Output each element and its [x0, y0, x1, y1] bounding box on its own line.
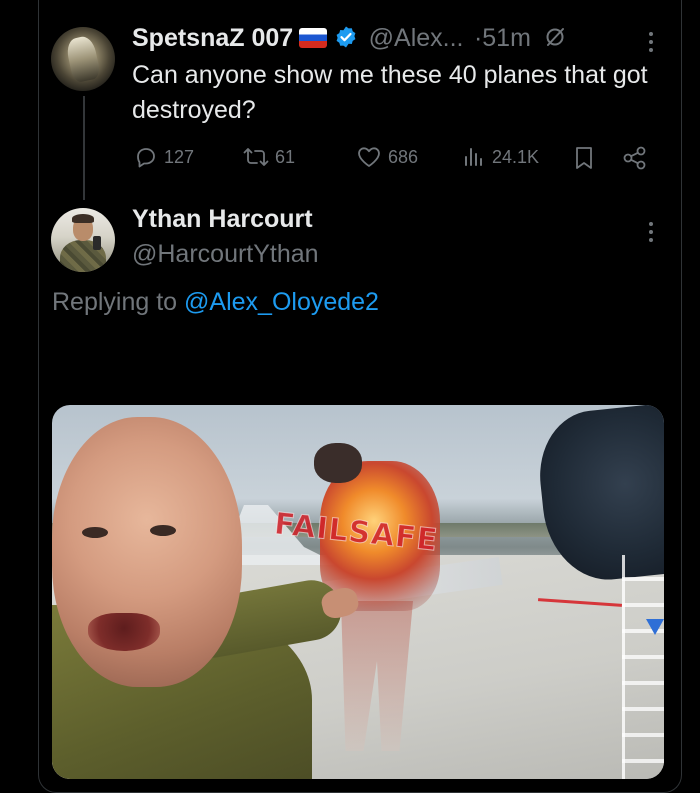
share-button[interactable]	[622, 145, 648, 171]
share-icon	[622, 145, 648, 171]
grok-icon[interactable]	[543, 25, 567, 54]
author-handle[interactable]: @Alex...	[369, 24, 464, 52]
bar-chart-icon	[462, 145, 486, 169]
like-button[interactable]: 686	[356, 145, 418, 169]
tweet-text: Can anyone show me these 40 planes that …	[132, 61, 648, 124]
verified-badge-icon	[334, 25, 358, 54]
reply-more-options-icon[interactable]	[648, 222, 654, 246]
views-button[interactable]: 24.1K	[462, 145, 539, 169]
replying-to-mention-link[interactable]: @Alex_Oloyede2	[184, 288, 379, 316]
retweet-icon	[243, 145, 269, 169]
reply-author-name[interactable]: Ythan Harcourt	[132, 205, 313, 234]
author-name[interactable]: SpetsnaZ 007	[132, 24, 293, 52]
author-avatar[interactable]	[51, 27, 115, 91]
reply-author-handle[interactable]: @HarcourtYthan	[132, 240, 319, 269]
more-options-icon[interactable]	[648, 32, 654, 56]
bookmark-button[interactable]	[573, 145, 595, 171]
replying-to-line: Replying to @Alex_Oloyede2	[52, 288, 379, 317]
thread-connector-line	[83, 96, 85, 200]
pointing-man-overlay	[52, 405, 361, 779]
views-count: 24.1K	[492, 146, 540, 167]
retweet-button[interactable]: 61	[243, 145, 295, 169]
blue-marker	[646, 619, 664, 635]
ladder	[622, 555, 664, 779]
russia-flag-icon	[299, 28, 328, 48]
reply-icon	[134, 145, 158, 169]
tweet-header: SpetsnaZ 007 @Alex... ·51m	[132, 24, 567, 54]
tweet-time[interactable]: 51m	[482, 24, 531, 52]
retweet-count: 61	[275, 146, 296, 167]
bookmark-icon	[573, 145, 595, 171]
reply-count: 127	[164, 146, 195, 167]
replying-to-prefix: Replying to	[52, 288, 185, 316]
like-count: 686	[388, 146, 419, 167]
heart-icon	[356, 145, 382, 169]
reply-media-image[interactable]: FAILSAFE	[52, 405, 664, 779]
reply-button[interactable]: 127	[134, 145, 194, 169]
reply-author-avatar[interactable]	[51, 208, 115, 272]
